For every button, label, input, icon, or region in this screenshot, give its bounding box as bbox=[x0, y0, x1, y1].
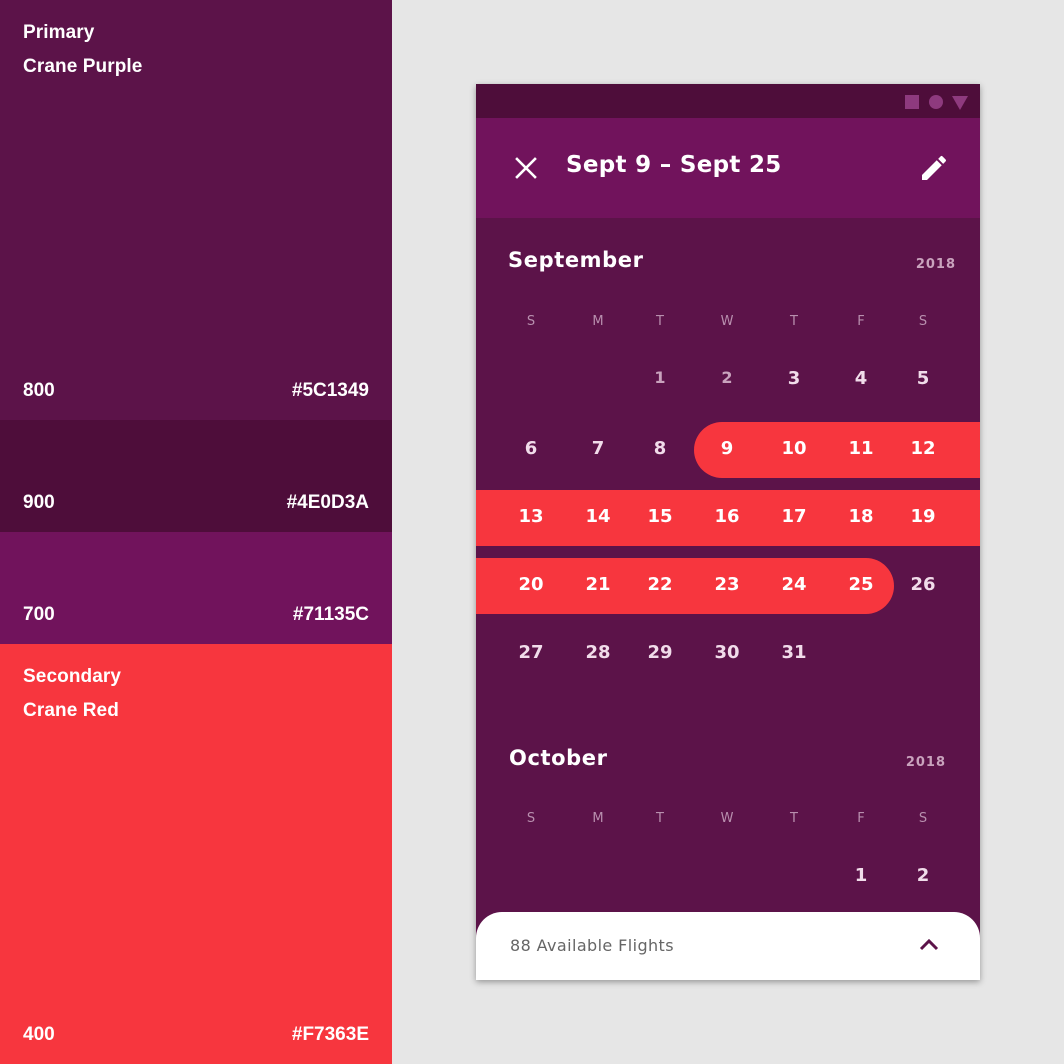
calendar-day[interactable]: 16 bbox=[703, 506, 751, 527]
calendar-day[interactable]: 23 bbox=[703, 574, 751, 595]
weekday-label: S bbox=[526, 811, 536, 826]
primary-name-label: Crane Purple bbox=[23, 56, 143, 77]
phone-screen: Sept 9 – Sept 25 September 2018 S M T W T F S 1 2 3… bbox=[476, 84, 980, 980]
date-range-title: Sept 9 – Sept 25 bbox=[566, 152, 782, 178]
calendar-day[interactable]: 26 bbox=[899, 574, 947, 595]
month-title: September bbox=[508, 248, 644, 272]
hex-label: #F7363E bbox=[291, 1024, 369, 1045]
close-icon bbox=[515, 157, 537, 179]
calendar-day[interactable]: 9 bbox=[703, 438, 751, 459]
calendar-day[interactable]: 8 bbox=[636, 438, 684, 459]
available-flights-label: 88 Available Flights bbox=[510, 936, 674, 955]
calendar-day[interactable]: 27 bbox=[507, 642, 555, 663]
calendar-day[interactable]: 30 bbox=[703, 642, 751, 663]
month-title: October bbox=[509, 746, 608, 770]
calendar-day[interactable]: 25 bbox=[837, 574, 885, 595]
calendar-day[interactable]: 15 bbox=[636, 506, 684, 527]
app-bar: Sept 9 – Sept 25 bbox=[476, 118, 980, 218]
calendar-day[interactable]: 1 bbox=[636, 368, 684, 387]
weekday-label: W bbox=[720, 314, 734, 329]
available-flights-sheet[interactable]: 88 Available Flights bbox=[476, 912, 980, 980]
calendar-day[interactable]: 4 bbox=[837, 368, 885, 389]
calendar-day[interactable]: 1 bbox=[837, 865, 885, 886]
hex-label: #71135C bbox=[292, 604, 369, 625]
calendar-day[interactable]: 5 bbox=[899, 368, 947, 389]
swatch-secondary-400: Secondary Crane Red 400 #F7363E bbox=[0, 644, 392, 1064]
color-palette: Primary Crane Purple 800 #5C1349 900 #4E… bbox=[0, 0, 392, 1064]
weekday-label: T bbox=[656, 811, 664, 826]
month-year: 2018 bbox=[915, 257, 956, 272]
weekday-label: T bbox=[790, 811, 798, 826]
month-year: 2018 bbox=[905, 755, 946, 770]
weekday-label: S bbox=[918, 811, 928, 826]
secondary-role-label: Secondary bbox=[23, 666, 122, 687]
calendar-day[interactable]: 18 bbox=[837, 506, 885, 527]
shade-label: 700 bbox=[23, 604, 55, 625]
calendar-day[interactable]: 24 bbox=[770, 574, 818, 595]
hex-label: #5C1349 bbox=[291, 380, 369, 401]
primary-role-label: Primary bbox=[23, 22, 95, 43]
calendar-day[interactable]: 2 bbox=[899, 865, 947, 886]
shade-label: 400 bbox=[23, 1024, 55, 1045]
circle-icon bbox=[929, 95, 943, 109]
weekday-label: F bbox=[857, 314, 865, 329]
status-bar bbox=[476, 84, 980, 118]
edit-icon bbox=[922, 155, 947, 180]
calendar-day[interactable]: 11 bbox=[837, 438, 885, 459]
weekday-label: W bbox=[720, 811, 734, 826]
weekday-label: T bbox=[656, 314, 664, 329]
calendar-day[interactable]: 22 bbox=[636, 574, 684, 595]
calendar-day[interactable]: 13 bbox=[507, 506, 555, 527]
swatch-primary-700: 700 #71135C bbox=[0, 532, 392, 644]
calendar-day[interactable]: 7 bbox=[574, 438, 622, 459]
calendar-day[interactable]: 6 bbox=[507, 438, 555, 459]
calendar-day[interactable]: 14 bbox=[574, 506, 622, 527]
calendar-day[interactable]: 28 bbox=[574, 642, 622, 663]
calendar-day[interactable]: 31 bbox=[770, 642, 818, 663]
calendar-day[interactable]: 10 bbox=[770, 438, 818, 459]
square-icon bbox=[905, 95, 919, 109]
chevron-up-icon bbox=[919, 938, 939, 951]
calendar-day[interactable]: 2 bbox=[703, 368, 751, 387]
secondary-name-label: Crane Red bbox=[23, 700, 119, 721]
calendar-day[interactable]: 20 bbox=[507, 574, 555, 595]
calendar-day[interactable]: 3 bbox=[770, 368, 818, 389]
calendar-day[interactable]: 17 bbox=[770, 506, 818, 527]
calendar-day[interactable]: 29 bbox=[636, 642, 684, 663]
weekday-label: S bbox=[526, 314, 536, 329]
swatch-primary-900: 900 #4E0D3A bbox=[0, 420, 392, 532]
weekday-label: M bbox=[592, 811, 604, 826]
close-button[interactable] bbox=[512, 154, 540, 182]
edit-button[interactable] bbox=[918, 152, 950, 184]
calendar-day[interactable]: 12 bbox=[899, 438, 947, 459]
hex-label: #4E0D3A bbox=[286, 492, 369, 513]
weekday-label: F bbox=[857, 811, 865, 826]
weekday-label: T bbox=[790, 314, 798, 329]
triangle-icon bbox=[952, 96, 968, 110]
shade-label: 900 bbox=[23, 492, 55, 513]
weekday-label: S bbox=[918, 314, 928, 329]
shade-label: 800 bbox=[23, 380, 55, 401]
swatch-primary-800: Primary Crane Purple 800 #5C1349 bbox=[0, 0, 392, 420]
weekday-label: M bbox=[592, 314, 604, 329]
calendar-day[interactable]: 21 bbox=[574, 574, 622, 595]
calendar-day[interactable]: 19 bbox=[899, 506, 947, 527]
